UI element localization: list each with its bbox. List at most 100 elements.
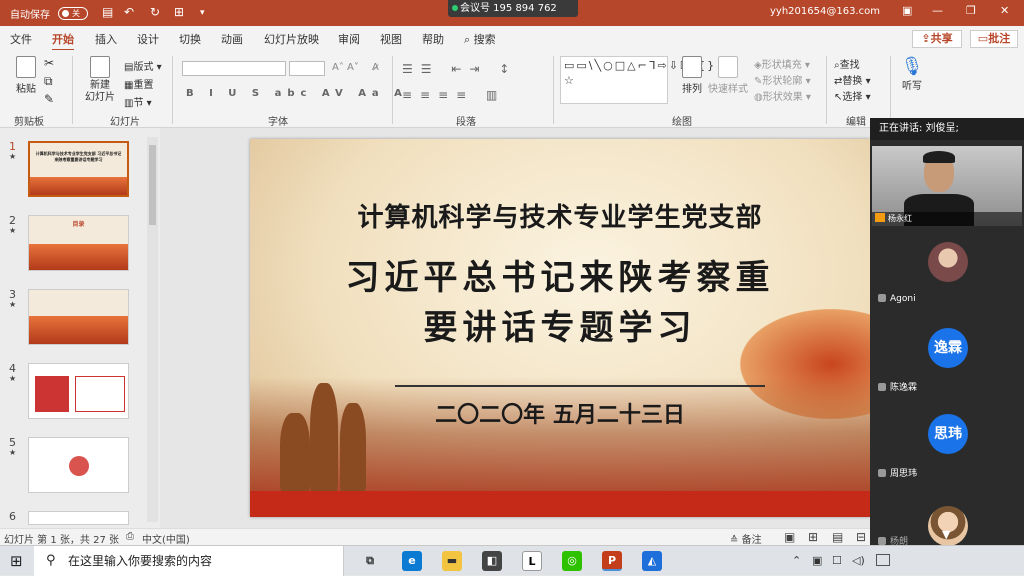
new-slide-button[interactable]: 新建 幻灯片 [80,56,120,104]
store-icon[interactable]: ◧ [482,551,502,571]
align-buttons[interactable]: ≡≡≡≡ ▥ [402,88,505,102]
paste-button[interactable]: 粘贴 [6,56,46,95]
task-view-icon[interactable]: ⧉ [360,551,380,571]
powerpoint-icon[interactable]: P [602,551,622,571]
reset-button[interactable]: ▦重置 [124,76,153,91]
dictate-button[interactable]: 🎙 听写 [892,56,932,92]
thumb-textbox [75,376,125,412]
tab-insert[interactable]: 插入 [95,31,117,47]
volume-icon[interactable]: ◁) [852,554,865,567]
meeting-app-icon[interactable]: ◭ [642,551,662,571]
file-explorer-icon[interactable]: ▬ [442,551,462,571]
slide-thumbnail-3[interactable] [28,289,129,345]
shape-outline-button[interactable]: ✎形状轮廓 ▾ [754,72,811,87]
shapes-gallery[interactable]: ▭▭\╲○□△⌐ᒣ⇨⇩☐ᐢ{}☆ [560,56,714,104]
language-label[interactable]: 中文(中国) [142,531,190,546]
copy-icon[interactable]: ⧉ [44,74,53,89]
microphone-icon: 🎙 [900,56,924,77]
slideshow-view-icon[interactable]: ⊟ [856,530,866,544]
tab-view[interactable]: 视图 [380,31,402,47]
font-name-field[interactable] [182,61,286,76]
tab-design[interactable]: 设计 [137,31,159,47]
slide-thumbnail-5[interactable] [28,437,129,493]
slide-subtitle[interactable]: 计算机科学与技术专业学生党支部 [250,197,870,234]
undo-icon[interactable]: ↶ [124,5,134,19]
comment-icon: ▭ [977,32,989,45]
participant-card[interactable]: 逸霖 陈逸霖 [872,318,1022,400]
find-button[interactable]: ⌕查找 [834,56,860,71]
wechat-icon[interactable]: ◎ [562,551,582,571]
ribbon-display-icon[interactable]: ▣ [902,4,912,17]
slide-thumbnail-6[interactable] [28,511,129,525]
tab-transitions[interactable]: 切换 [179,31,201,47]
tab-help[interactable]: 帮助 [422,31,444,47]
list-buttons[interactable]: ☰☰ ⇤⇥ ↕ [402,62,517,76]
customize-qa-icon[interactable]: ▾ [200,8,205,18]
layout-button[interactable]: ▤版式 ▾ [124,58,162,73]
font-grow-icon[interactable]: A˄ A˅ [332,62,359,73]
restore-icon[interactable]: ❐ [966,4,976,17]
slide-date[interactable]: 二〇二〇年 五月二十三日 [250,397,870,429]
account-name[interactable]: yyh201654@163.com [770,6,880,17]
search-placeholder: 在这里输入你要搜索的内容 [68,554,213,568]
tab-animations[interactable]: 动画 [221,31,243,47]
current-slide[interactable]: 计算机科学与技术专业学生党支部 习近平总书记来陕考察重 要讲话专题学习 二〇二〇年… [250,139,870,517]
clear-format-icon[interactable]: A̷ [372,62,379,73]
section-button[interactable]: ▥节 ▾ [124,94,152,109]
edge-icon[interactable]: e [402,551,422,571]
app-l-icon[interactable]: L [522,551,542,571]
new-slide-label: 新建 幻灯片 [85,80,115,103]
sorter-view-icon[interactable]: ⊞ [808,530,818,544]
window-icon[interactable] [876,554,890,566]
slide-title[interactable]: 习近平总书记来陕考察重 要讲话专题学习 [250,253,870,353]
dictate-label: 听写 [902,81,922,92]
cut-icon[interactable]: ✂ [44,56,54,70]
tray-expand-icon[interactable]: ⌃ [792,554,801,567]
format-painter-icon[interactable]: ✎ [44,92,54,106]
tab-review[interactable]: 审阅 [338,31,360,47]
comment-button[interactable]: ▭批注 [970,30,1018,48]
divider [72,56,73,124]
slide-thumbnail-2[interactable]: 目录 [28,215,129,271]
autosave-toggle[interactable]: 关 [58,7,88,20]
meeting-id-bar[interactable]: 会议号 195 894 762 [448,0,578,17]
mic-muted-icon [878,383,886,391]
tab-slideshow[interactable]: 幻灯片放映 [264,31,319,47]
participant-card[interactable]: 思玮 周思玮 [872,404,1022,486]
close-icon[interactable]: ✕ [1000,4,1009,17]
slide-thumbnail-4[interactable] [28,363,129,419]
tab-home[interactable]: 开始 [52,31,74,51]
font-style-buttons[interactable]: B I U S abc AV Aa A [186,88,408,99]
reading-view-icon[interactable]: ▤ [832,530,843,544]
redo-icon[interactable]: ↻ [150,5,160,19]
replace-button[interactable]: ⇄替换 ▾ [834,72,871,87]
shape-fill-button[interactable]: ◈形状填充 ▾ [754,56,810,71]
minimize-icon[interactable]: — [932,4,943,17]
participant-card[interactable]: ▼ 杨朗 [872,490,1022,548]
meeting-panel: 正在讲话: 刘俊呈; 杨永红 Agoni 逸霖 陈逸霖 思玮 周思玮 ▼ 杨朗 [870,118,1024,548]
network-icon[interactable]: ☐ [832,554,842,567]
shape-effect-button[interactable]: ◍形状效果 ▾ [754,88,811,103]
thumbnails-scrollbar[interactable] [147,137,158,522]
tray-app-icon[interactable]: ▣ [812,554,822,567]
quick-styles-icon [718,56,738,78]
share-button[interactable]: ⇪共享 [912,30,962,48]
scroll-thumb[interactable] [149,145,156,225]
select-button[interactable]: ↖选择 ▾ [834,88,871,103]
participant-card[interactable]: Agoni [872,232,1022,314]
save-icon[interactable]: ▤ [102,5,113,19]
tab-search[interactable]: ⌕ 搜索 [464,31,496,47]
scroll-down-icon[interactable]: ▼ [942,528,950,541]
quick-styles-button[interactable]: 快速样式 [706,56,750,95]
slide-thumbnail-1[interactable]: 计算机科学与技术专业学生党支部 习近平总书记来陕考察重要讲话专题学习 [28,141,129,197]
taskbar-search[interactable]: ⚲ 在这里输入你要搜索的内容 [34,546,344,576]
participant-name: 杨永红 [888,214,912,223]
spellcheck-icon[interactable]: ⎙ [126,531,134,542]
font-size-field[interactable] [289,61,325,76]
windows-start-icon[interactable]: ⊞ [10,552,23,570]
present-icon[interactable]: ⊞ [174,5,184,19]
normal-view-icon[interactable]: ▣ [784,530,795,544]
tab-file[interactable]: 文件 [10,31,32,47]
notes-button[interactable]: ≙ 备注 [730,531,762,546]
participant-name: Agoni [890,294,916,304]
